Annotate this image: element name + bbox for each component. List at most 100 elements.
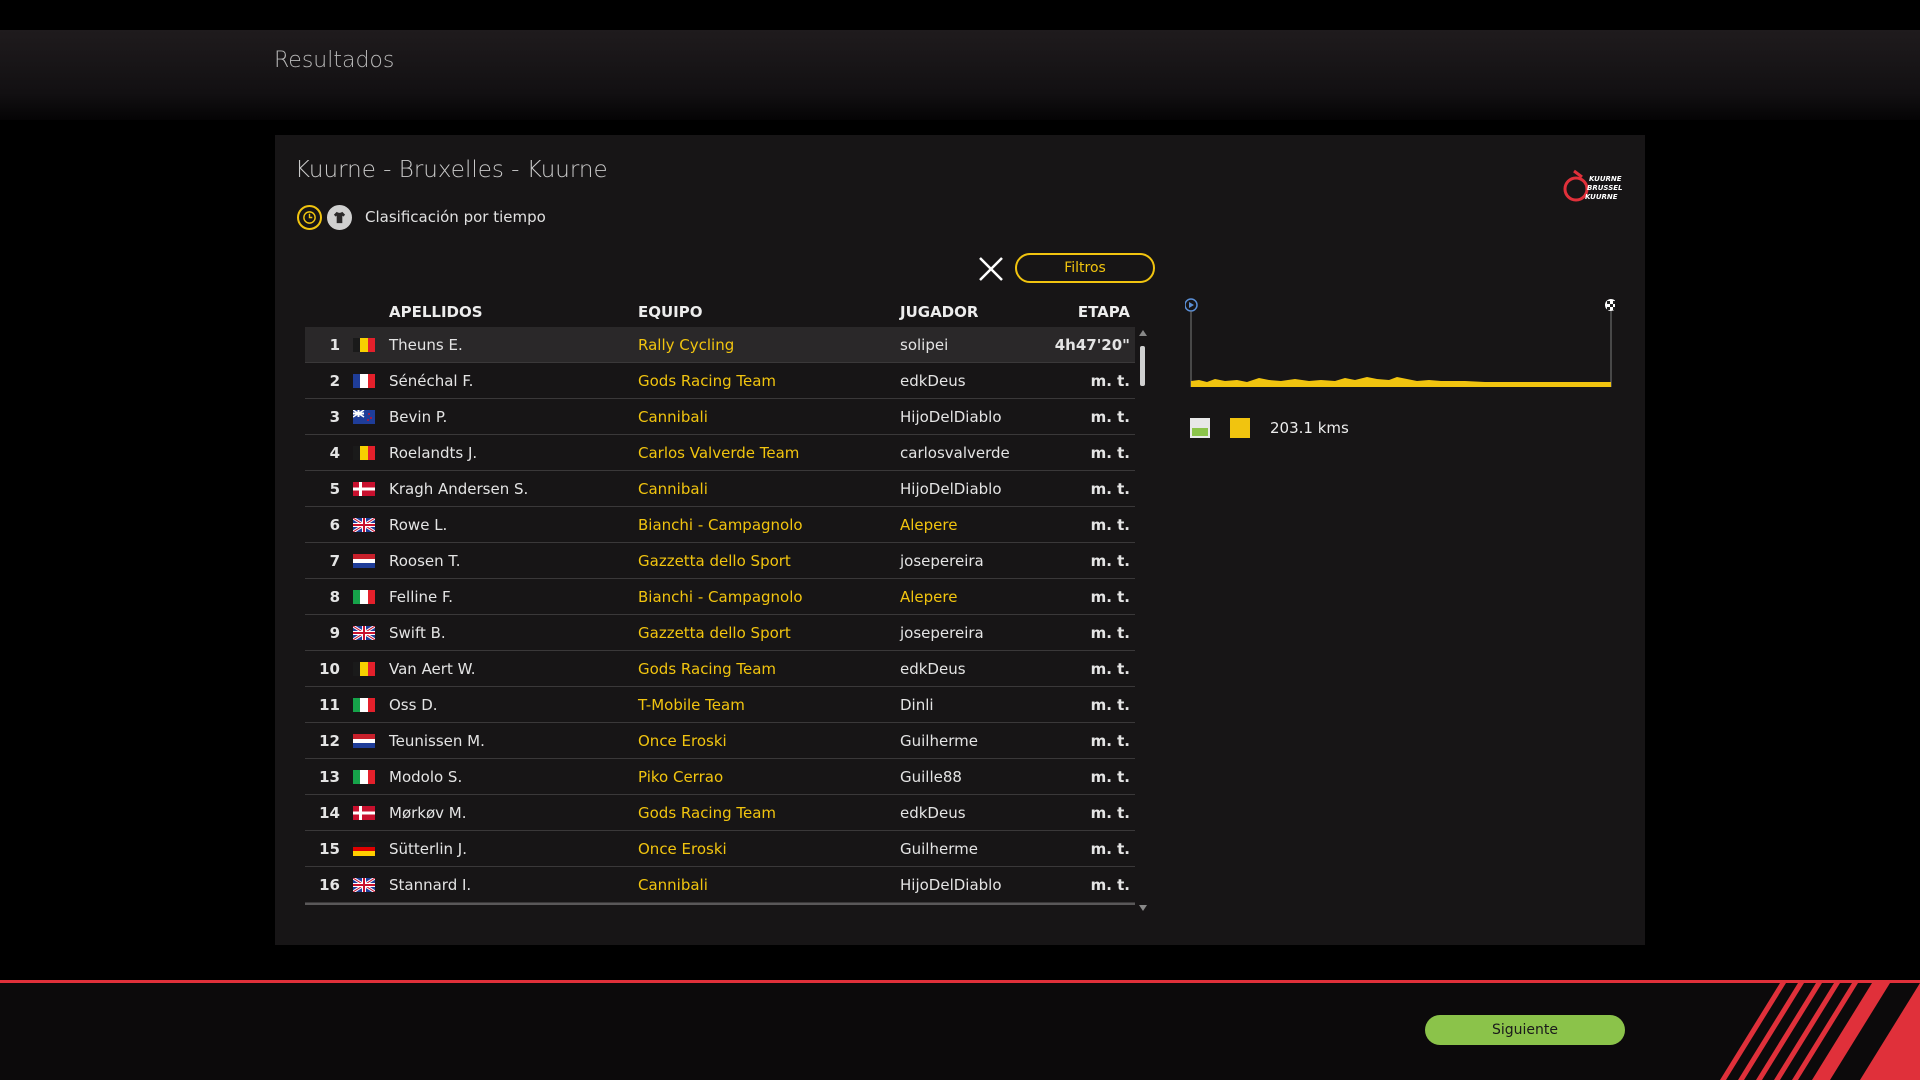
filters-button[interactable]: Filtros (1015, 253, 1155, 283)
close-icon (979, 257, 1003, 281)
table-header: APELLIDOS EQUIPO JUGADOR ETAPA (305, 295, 1135, 327)
stage-time: m. t. (1090, 876, 1130, 894)
logo-text-2: BRUSSEL (1587, 184, 1623, 192)
stage-time: m. t. (1090, 552, 1130, 570)
row-position: 14 (319, 804, 340, 822)
top-bar (0, 0, 1920, 30)
player-name: josepereira (900, 624, 984, 642)
row-position: 16 (319, 876, 340, 894)
team-link[interactable]: Cannibali (638, 876, 708, 894)
table-row[interactable]: 2 Sénéchal F. Gods Racing Team edkDeus m. t. (305, 363, 1135, 399)
table-row[interactable]: 7 Roosen T. Gazzetta dello Sport josepereir… (305, 543, 1135, 579)
flag-icon (353, 482, 375, 496)
rider-name: Bevin P. (389, 408, 448, 426)
jersey-icon[interactable] (327, 204, 352, 230)
row-position: 11 (319, 696, 340, 714)
row-position: 2 (329, 372, 340, 390)
row-position: 4 (329, 444, 340, 462)
table-row[interactable]: 1 Theuns E. Rally Cycling solipei 4h47'20" (305, 327, 1135, 363)
team-link[interactable]: Bianchi - Campagnolo (638, 588, 803, 606)
table-row[interactable]: 4 Roelandts J. Carlos Valverde Team carlosv… (305, 435, 1135, 471)
flag-icon (353, 698, 375, 712)
scroll-thumb[interactable] (1140, 346, 1145, 386)
table-row[interactable]: 6 Rowe L. Bianchi - Campagnolo Alepere m. t. (305, 507, 1135, 543)
row-position: 1 (329, 336, 340, 354)
team-link[interactable]: T-Mobile Team (638, 696, 745, 714)
stage-time: m. t. (1090, 732, 1130, 750)
team-link[interactable]: Gods Racing Team (638, 372, 776, 390)
player-name: HijoDelDiablo (900, 408, 1002, 426)
table-row[interactable]: 15 Sütterlin J. Once Eroski Guilherme m. t. (305, 831, 1135, 867)
clock-icon[interactable] (297, 204, 322, 230)
table-row[interactable]: 9 Swift B. Gazzetta dello Sport josepereira… (305, 615, 1135, 651)
rider-name: Rowe L. (389, 516, 448, 534)
team-link[interactable]: Cannibali (638, 480, 708, 498)
next-button[interactable]: Siguiente (1425, 1015, 1625, 1045)
stage-time: m. t. (1090, 804, 1130, 822)
col-team-header: EQUIPO (638, 303, 703, 321)
team-link[interactable]: Gazzetta dello Sport (638, 552, 791, 570)
flag-icon (353, 770, 375, 784)
stage-time: m. t. (1090, 480, 1130, 498)
profile-legend: 203.1 kms (1190, 418, 1349, 438)
player-name: Guilherme (900, 840, 978, 858)
rider-name: Sütterlin J. (389, 840, 467, 858)
results-table: APELLIDOS EQUIPO JUGADOR ETAPA 1 Theuns E… (305, 295, 1135, 905)
flag-icon (353, 662, 375, 676)
team-link[interactable]: Once Eroski (638, 732, 727, 750)
stage-time: m. t. (1090, 408, 1130, 426)
logo-text-1: KUURNE (1589, 175, 1622, 183)
close-filters-button[interactable] (975, 253, 1007, 285)
table-row[interactable]: 13 Modolo S. Piko Cerrao Guille88 m. t. (305, 759, 1135, 795)
table-row[interactable]: 11 Oss D. T-Mobile Team Dinli m. t. (305, 687, 1135, 723)
team-link[interactable]: Rally Cycling (638, 336, 734, 354)
player-name: Guille88 (900, 768, 962, 786)
table-row[interactable]: 10 Van Aert W. Gods Racing Team edkDeus m. t… (305, 651, 1135, 687)
player-name: Guilherme (900, 732, 978, 750)
terrain-icon (1190, 418, 1210, 438)
row-position: 15 (319, 840, 340, 858)
stage-time: m. t. (1090, 696, 1130, 714)
table-row[interactable]: 3 Bevin P. Cannibali HijoDelDiablo m. t. (305, 399, 1135, 435)
player-name: Alepere (900, 516, 958, 534)
flag-icon (353, 590, 375, 604)
team-link[interactable]: Gods Racing Team (638, 660, 776, 678)
rider-name: Roelandts J. (389, 444, 478, 462)
stage-time: m. t. (1090, 516, 1130, 534)
stage-time: m. t. (1090, 372, 1130, 390)
table-row[interactable]: 8 Felline F. Bianchi - Campagnolo Alepere m.… (305, 579, 1135, 615)
col-name-header: APELLIDOS (389, 303, 483, 321)
stage-distance: 203.1 kms (1270, 419, 1349, 437)
team-link[interactable]: Piko Cerrao (638, 768, 723, 786)
classification-label: Clasificación por tiempo (365, 208, 546, 226)
table-scrollbar[interactable] (1139, 330, 1147, 911)
team-link[interactable]: Carlos Valverde Team (638, 444, 799, 462)
rider-name: Roosen T. (389, 552, 461, 570)
team-link[interactable]: Cannibali (638, 408, 708, 426)
team-link[interactable]: Bianchi - Campagnolo (638, 516, 803, 534)
table-row[interactable]: 16 Stannard I. Cannibali HijoDelDiablo m. t. (305, 867, 1135, 903)
rider-name: Theuns E. (389, 336, 463, 354)
footer (0, 983, 1920, 1080)
stage-time: m. t. (1090, 444, 1130, 462)
row-position: 3 (329, 408, 340, 426)
row-position: 6 (329, 516, 340, 534)
table-row[interactable]: 14 Mørkøv M. Gods Racing Team edkDeus m. t. (305, 795, 1135, 831)
scroll-down-arrow[interactable] (1139, 905, 1147, 911)
scroll-up-arrow[interactable] (1139, 330, 1147, 336)
flag-icon (353, 338, 375, 352)
row-position: 7 (329, 552, 340, 570)
flag-icon (353, 410, 375, 424)
table-row[interactable]: 12 Teunissen M. Once Eroski Guilherme m. t. (305, 723, 1135, 759)
rider-name: Teunissen M. (389, 732, 485, 750)
race-title: Kuurne - Bruxelles - Kuurne (295, 157, 608, 183)
flag-icon (353, 878, 375, 892)
team-link[interactable]: Gazzetta dello Sport (638, 624, 791, 642)
classification-row: Clasificación por tiempo (297, 203, 546, 231)
team-link[interactable]: Once Eroski (638, 840, 727, 858)
player-name: Dinli (900, 696, 934, 714)
table-row[interactable]: 5 Kragh Andersen S. Cannibali HijoDelDiablo… (305, 471, 1135, 507)
team-link[interactable]: Gods Racing Team (638, 804, 776, 822)
flag-icon (353, 734, 375, 748)
row-position: 9 (329, 624, 340, 642)
